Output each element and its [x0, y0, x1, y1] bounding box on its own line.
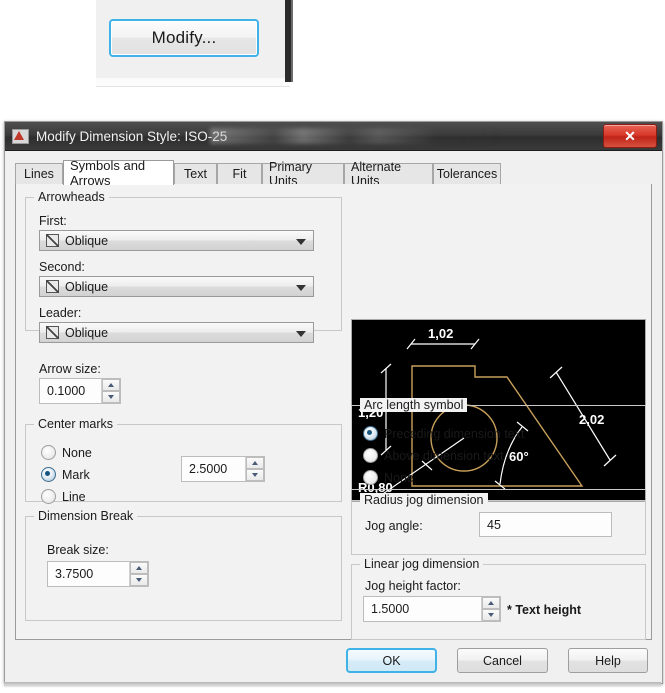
spin-up-icon[interactable] — [482, 597, 500, 609]
center-marks-option-none[interactable]: None — [41, 445, 92, 460]
dimension-break-group-label: Dimension Break — [34, 509, 138, 523]
panel-edge-light — [291, 0, 293, 82]
oblique-arrowhead-icon — [46, 326, 59, 339]
spin-up-icon[interactable] — [102, 379, 120, 391]
leader-arrowhead-combo[interactable]: Oblique — [39, 322, 314, 343]
radio-icon-selected — [41, 467, 56, 482]
arrowheads-group-label: Arrowheads — [34, 190, 109, 204]
jog-height-factor-label: Jog height factor: — [365, 579, 461, 593]
leader-arrowhead-value: Oblique — [65, 325, 109, 340]
arc-length-option-above[interactable]: Above dimension text — [363, 448, 504, 463]
radio-icon — [41, 445, 56, 460]
arc-length-symbol-group-label: Arc length symbol — [360, 398, 468, 412]
leader-label: Leader: — [39, 306, 82, 320]
oblique-arrowhead-icon — [46, 234, 59, 247]
jog-angle-field[interactable]: 45 — [479, 512, 612, 537]
break-size-value[interactable]: 3.7500 — [48, 562, 129, 586]
tab-text[interactable]: Text — [174, 163, 217, 184]
help-button[interactable]: Help — [568, 648, 648, 673]
modify-button[interactable]: Modify... — [109, 19, 259, 57]
jog-angle-label: Jog angle: — [365, 519, 423, 533]
spin-down-icon[interactable] — [482, 609, 500, 621]
jog-height-factor-stepper[interactable]: 1.5000 — [363, 596, 501, 622]
tab-primary-units[interactable]: Primary Units — [262, 160, 344, 188]
tab-symbols-and-arrows[interactable]: Symbols and Arrows — [63, 158, 174, 188]
break-size-label: Break size: — [47, 543, 109, 557]
modify-dimension-style-dialog: Modify Dimension Style: ISO-25 ✕ Lines S… — [4, 121, 663, 684]
spin-down-icon[interactable] — [102, 391, 120, 403]
radius-jog-group-label: Radius jog dimension — [360, 493, 488, 507]
break-size-stepper[interactable]: 3.7500 — [47, 561, 149, 587]
jog-height-spin-buttons[interactable] — [481, 597, 500, 621]
second-label: Second: — [39, 260, 85, 274]
arrow-size-spin-buttons[interactable] — [101, 379, 120, 403]
text-height-suffix: * Text height — [507, 603, 582, 617]
chevron-down-icon — [296, 285, 306, 291]
arrow-size-value[interactable]: 0.1000 — [40, 379, 101, 403]
linear-jog-group-label: Linear jog dimension — [360, 557, 484, 571]
arc-length-option-above-label: Above dimension text — [384, 448, 504, 463]
radio-icon — [363, 448, 378, 463]
spin-down-icon[interactable] — [130, 574, 148, 586]
cancel-button[interactable]: Cancel — [457, 648, 548, 673]
autocad-icon — [12, 128, 29, 144]
arc-length-option-none-label: None — [384, 470, 414, 485]
tab-lines[interactable]: Lines — [15, 163, 63, 184]
radio-icon-selected — [363, 426, 378, 441]
tab-fit[interactable]: Fit — [217, 163, 262, 184]
arc-length-option-preceding[interactable]: Preceding dimension text — [363, 426, 524, 441]
spin-up-icon[interactable] — [130, 562, 148, 574]
center-marks-option-mark[interactable]: Mark — [41, 467, 90, 482]
dialog-titlebar[interactable]: Modify Dimension Style: ISO-25 ✕ — [5, 122, 662, 151]
arc-length-option-none[interactable]: None — [363, 470, 414, 485]
top-panel-strip — [96, 78, 290, 87]
ok-button[interactable]: OK — [346, 648, 437, 673]
first-arrowhead-combo[interactable]: Oblique — [39, 230, 314, 251]
tab-alternate-units[interactable]: Alternate Units — [344, 160, 433, 188]
spin-up-icon[interactable] — [246, 457, 264, 469]
titlebar-blurred-text — [210, 128, 500, 144]
center-mark-size-value[interactable]: 2.5000 — [182, 457, 245, 481]
first-label: First: — [39, 214, 67, 228]
center-marks-option-none-label: None — [62, 445, 92, 460]
oblique-arrowhead-icon — [46, 280, 59, 293]
preview-label-top: 1,02 — [428, 326, 453, 341]
center-marks-group-label: Center marks — [34, 417, 118, 431]
center-marks-option-mark-label: Mark — [62, 467, 90, 482]
window-bottom-shadow — [4, 682, 661, 687]
tab-strip: Lines Symbols and Arrows Text Fit Primar… — [15, 158, 652, 188]
dialog-title: Modify Dimension Style: ISO-25 — [36, 128, 228, 144]
second-arrowhead-combo[interactable]: Oblique — [39, 276, 314, 297]
center-marks-option-line[interactable]: Line — [41, 489, 86, 504]
center-mark-size-stepper[interactable]: 2.5000 — [181, 456, 265, 482]
top-screenshot-fragment: Modify... — [0, 0, 665, 108]
close-icon[interactable]: ✕ — [603, 124, 657, 148]
arrow-size-label: Arrow size: — [39, 362, 101, 376]
radio-icon — [41, 489, 56, 504]
center-mark-size-spin-buttons[interactable] — [245, 457, 264, 481]
jog-height-factor-value[interactable]: 1.5000 — [364, 597, 481, 621]
center-marks-option-line-label: Line — [62, 489, 86, 504]
spin-down-icon[interactable] — [246, 469, 264, 481]
arrow-size-stepper[interactable]: 0.1000 — [39, 378, 121, 404]
arc-length-option-preceding-label: Preceding dimension text — [384, 426, 525, 441]
radio-icon — [363, 470, 378, 485]
second-arrowhead-value: Oblique — [65, 279, 109, 294]
chevron-down-icon — [296, 239, 306, 245]
tab-tolerances[interactable]: Tolerances — [433, 163, 501, 184]
chevron-down-icon — [296, 331, 306, 337]
first-arrowhead-value: Oblique — [65, 233, 109, 248]
break-size-spin-buttons[interactable] — [129, 562, 148, 586]
